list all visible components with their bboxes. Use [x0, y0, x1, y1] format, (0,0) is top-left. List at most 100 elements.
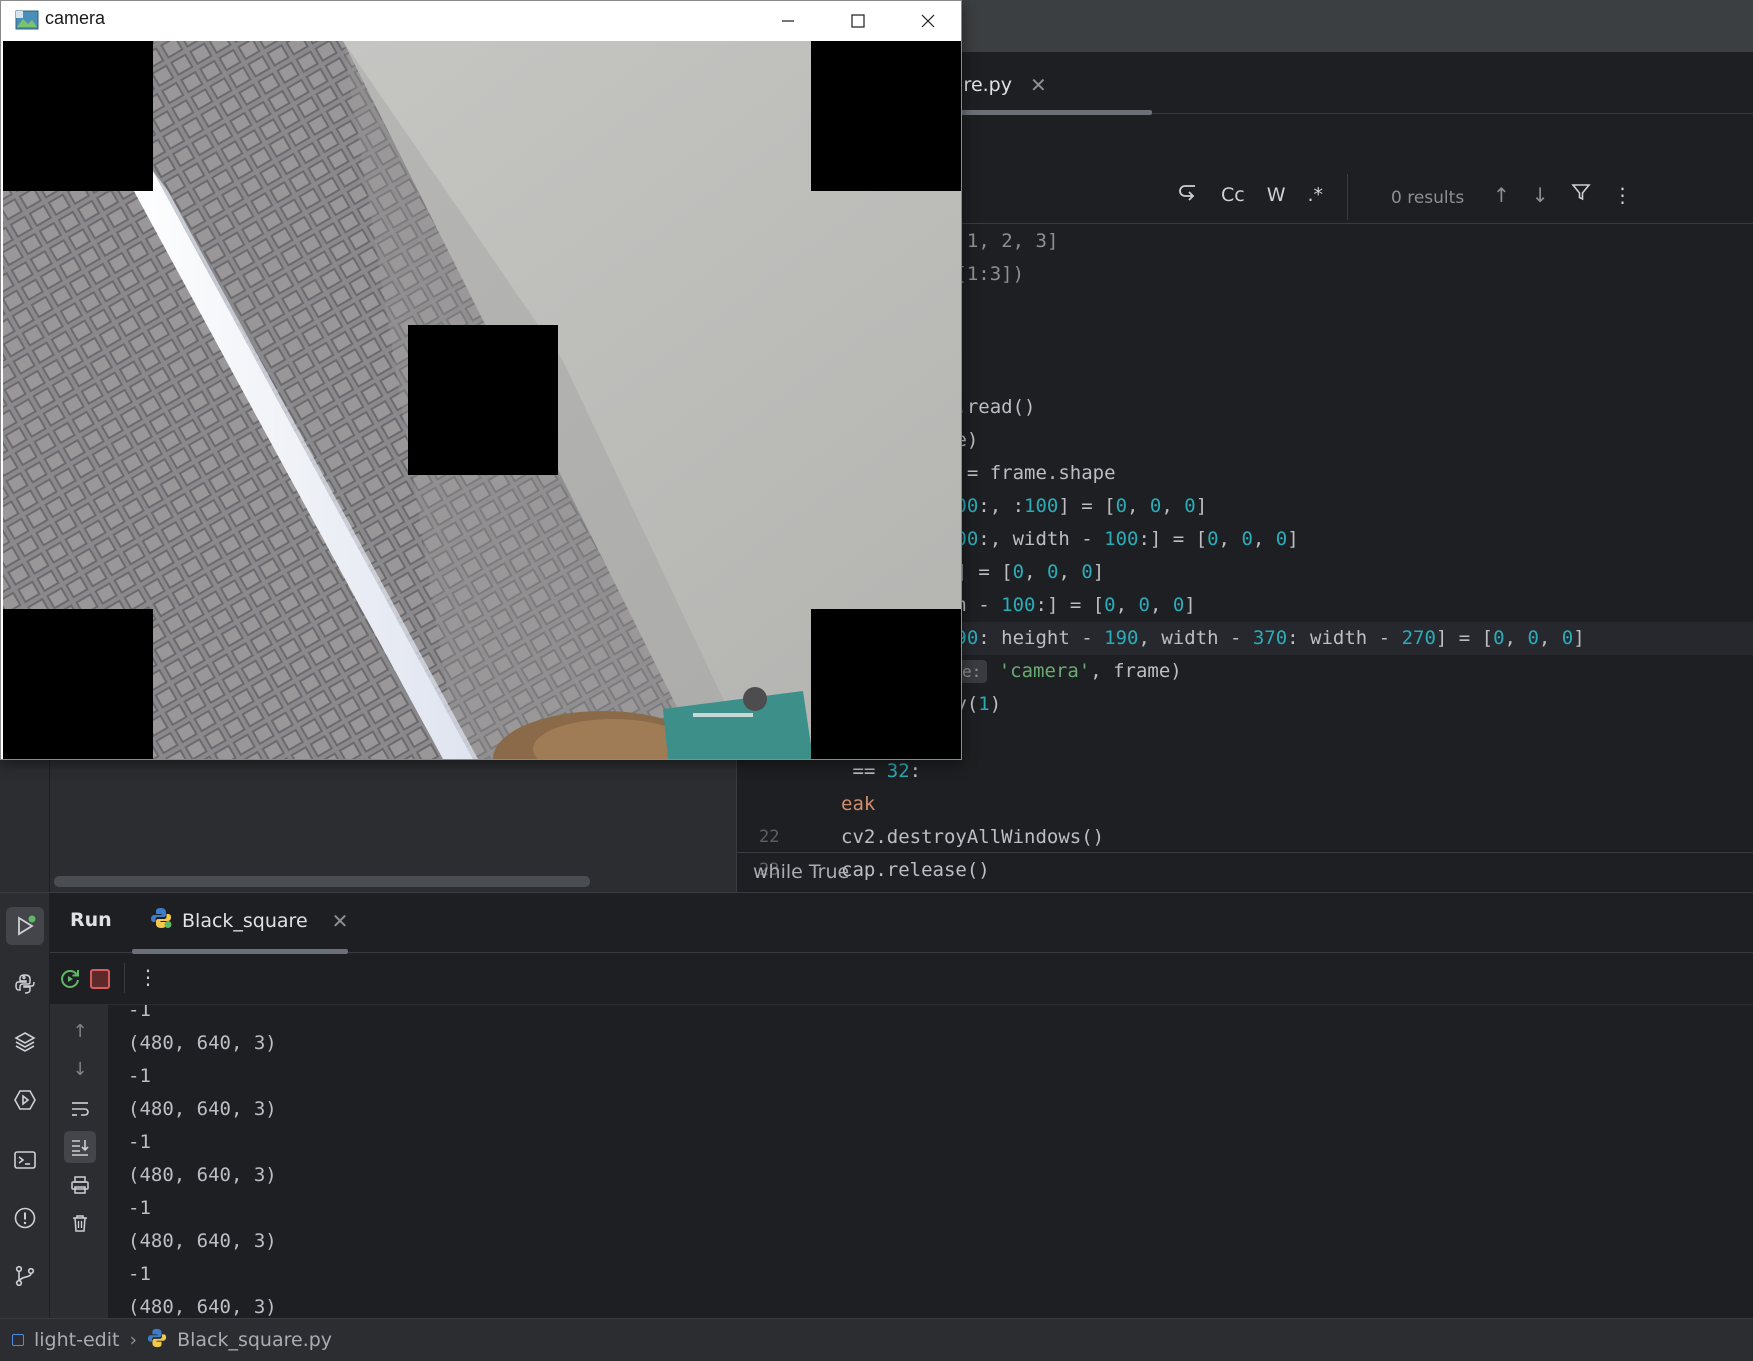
code-token: ] = [	[1435, 627, 1494, 650]
code-token: ]	[1184, 594, 1196, 617]
soft-wrap-icon[interactable]	[64, 1093, 96, 1125]
close-icon[interactable]	[893, 1, 963, 41]
code-token: 2	[1001, 230, 1013, 252]
chevron-right-icon: ›	[129, 1329, 138, 1351]
code-token: 0	[1184, 494, 1196, 517]
code-token: 0	[1172, 594, 1185, 617]
code-token: ,	[978, 230, 1002, 252]
maximize-icon[interactable]	[823, 1, 893, 41]
code-token: 0	[1275, 527, 1288, 550]
code-line[interactable]: eak	[737, 788, 1753, 821]
code-token: :	[909, 759, 922, 782]
run-tool-window: Run Black_square ✕ ⋮ ↑ ↓ -1 (480, 640, 3…	[0, 892, 1753, 1319]
problems-icon[interactable]	[6, 1199, 44, 1237]
whole-words-toggle[interactable]: W	[1267, 184, 1286, 206]
code-token: ,	[1012, 230, 1036, 252]
code-token: :] = [	[1138, 527, 1208, 550]
code-token: 0	[1561, 627, 1574, 650]
black-square-top-right	[811, 41, 961, 191]
console-line: -1	[128, 1197, 151, 1219]
python-console-icon[interactable]	[6, 965, 44, 1003]
code-token: )	[989, 693, 1002, 716]
stop-icon[interactable]	[90, 969, 110, 989]
code-token: 0	[1149, 494, 1162, 517]
find-results-count: 0 results	[1391, 188, 1465, 208]
match-case-toggle[interactable]: Cc	[1221, 184, 1245, 206]
code-token: ] = [	[1058, 494, 1116, 517]
code-token: 0	[1527, 627, 1539, 650]
code-token: 0	[1115, 494, 1128, 517]
previous-occurrence-icon[interactable]: ↑	[1493, 183, 1510, 207]
console-line: -1	[128, 1005, 151, 1021]
breadcrumb-project[interactable]: light-edit	[34, 1329, 119, 1351]
code-token: 0	[1138, 594, 1150, 617]
terminal-icon[interactable]	[6, 1141, 44, 1179]
camera-window[interactable]: camera	[0, 0, 962, 760]
code-token: ]	[1287, 527, 1299, 550]
find-options: Cc W .*	[1177, 182, 1323, 207]
code-token: 100	[1024, 494, 1059, 517]
print-icon[interactable]	[64, 1169, 96, 1201]
code-token: 0	[1081, 561, 1093, 583]
find-navigation: ↑ ↓ ⋮	[1493, 182, 1633, 207]
code-token: 0	[1012, 561, 1025, 583]
breadcrumb-file[interactable]: Black_square.py	[177, 1329, 332, 1351]
image-icon	[15, 9, 39, 31]
code-token: 0	[1046, 561, 1059, 583]
git-icon[interactable]	[6, 1257, 44, 1295]
filter-icon[interactable]	[1570, 182, 1591, 207]
code-token: ,	[1058, 561, 1082, 583]
code-token: 1	[966, 230, 979, 252]
camera-titlebar[interactable]: camera	[1, 1, 961, 41]
run-tabs: Run Black_square ✕	[50, 893, 1753, 954]
wrap-search-icon[interactable]	[1177, 182, 1199, 207]
code-token: 3	[1035, 230, 1047, 252]
code-token: 0	[1241, 527, 1253, 550]
layers-icon[interactable]	[6, 1023, 44, 1061]
code-token: ,	[1024, 561, 1047, 583]
up-stack-icon[interactable]: ↑	[64, 1015, 96, 1047]
black-square-bottom-left	[3, 609, 153, 759]
regex-toggle[interactable]: .*	[1308, 184, 1324, 206]
console-output[interactable]: -1 (480, 640, 3) -1 (480, 640, 3) -1 (480, 64…	[108, 1005, 1753, 1319]
camera-title: camera	[45, 8, 106, 28]
code-token: ,	[1149, 594, 1173, 617]
tab-black-square-run[interactable]: Black_square ✕	[150, 907, 348, 934]
python-file-icon	[150, 907, 172, 934]
console-line: (480, 640, 3)	[128, 1164, 277, 1186]
code-token: :, :	[978, 494, 1025, 517]
code-token: 100	[1001, 594, 1036, 617]
services-icon[interactable]	[6, 1081, 44, 1119]
minimize-icon[interactable]	[753, 1, 823, 41]
run-tab-label: Black_square	[182, 909, 308, 932]
code-line[interactable]: 22 cv2.destroyAllWindows()	[737, 821, 1753, 854]
black-square-center	[408, 325, 558, 475]
code-token: :] = [	[1035, 594, 1105, 617]
editor-breadcrumb[interactable]: while True	[737, 852, 1753, 892]
line-number: 22	[759, 826, 780, 847]
python-file-icon	[147, 1328, 167, 1353]
rerun-icon[interactable]	[58, 967, 82, 995]
close-run-tab-icon[interactable]: ✕	[332, 909, 349, 933]
next-occurrence-icon[interactable]: ↓	[1532, 183, 1549, 207]
code-token: ,	[1504, 627, 1528, 650]
code-token: : width -	[1287, 627, 1402, 650]
code-token: ,	[1115, 594, 1139, 617]
camera-frame	[3, 41, 961, 759]
trash-icon[interactable]	[64, 1207, 96, 1239]
code-token: :, width -	[978, 527, 1105, 550]
console-line: (480, 640, 3)	[128, 1098, 277, 1120]
more-options-icon[interactable]: ⋮	[138, 965, 158, 989]
down-stack-icon[interactable]: ↓	[64, 1053, 96, 1085]
code-token: ,	[1127, 494, 1150, 517]
divider	[124, 963, 125, 993]
code-token: ,	[1218, 527, 1242, 550]
horizontal-scrollbar[interactable]	[54, 876, 590, 887]
more-options-icon[interactable]: ⋮	[1613, 183, 1633, 207]
close-tab-icon[interactable]: ✕	[1030, 73, 1047, 97]
divider	[1347, 174, 1348, 220]
code-token: cv2.destroyAllWindows()	[841, 825, 1105, 848]
run-tool-icon[interactable]	[6, 907, 44, 945]
console-line: -1	[128, 1065, 151, 1087]
scroll-to-end-icon[interactable]	[64, 1131, 96, 1163]
